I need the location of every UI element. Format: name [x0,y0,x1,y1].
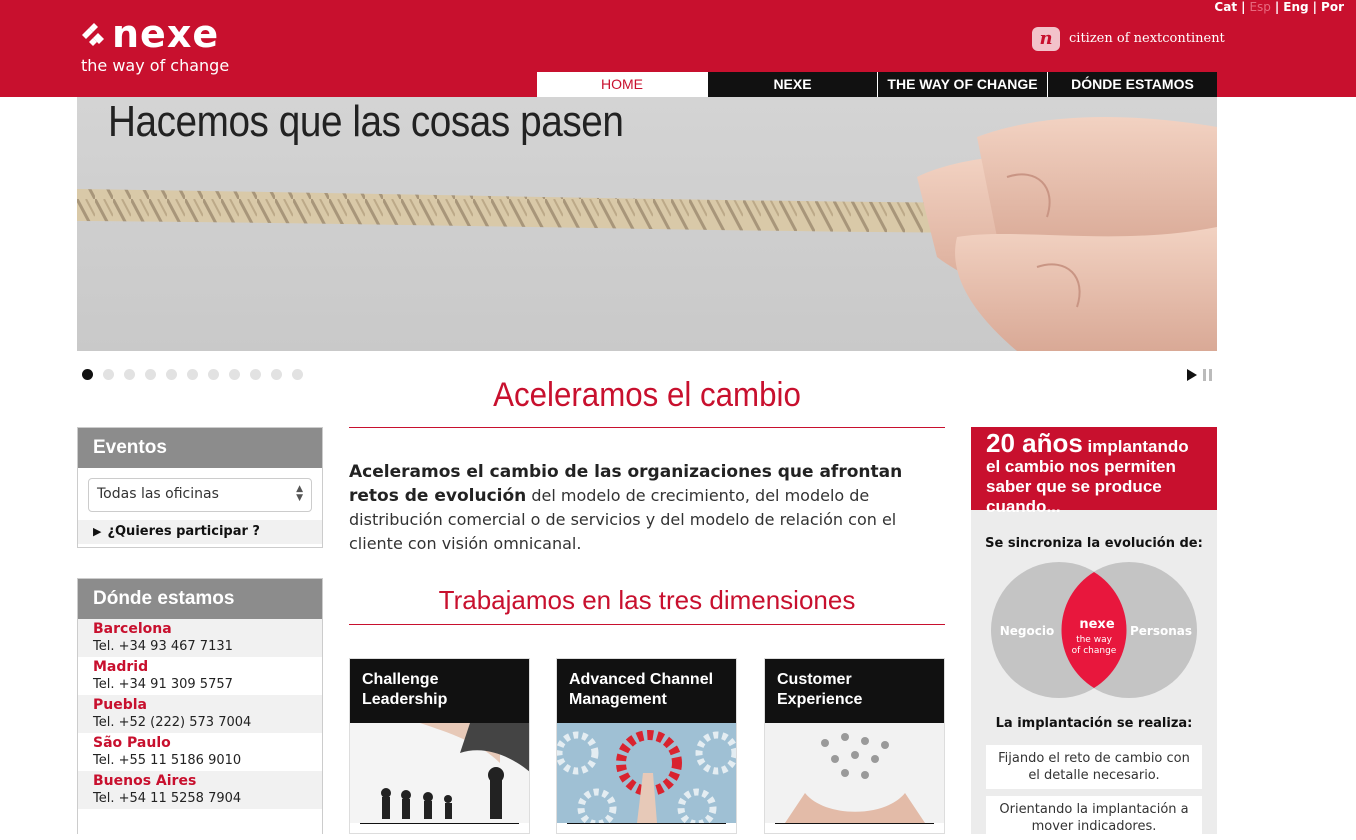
sync-title: Se sincroniza la evolución de: [985,536,1203,551]
venn-diagram: Negocio Personas nexe the way of change [991,562,1197,698]
chess-image [350,723,529,823]
office-city[interactable]: Barcelona [93,620,307,638]
gears-image [557,723,736,823]
site-header: nexe the way of change Cat | Esp | Eng | Por n… [0,0,1356,97]
card-footer [567,823,726,833]
slider-dot[interactable] [208,369,219,380]
office-sao-paulo: São Paulo Tel. +55 11 5186 9010 [78,733,322,771]
nexe-logo[interactable]: nexe the way of change [80,12,250,78]
slider-dot[interactable] [271,369,282,380]
card-title: Challenge Leadership [350,659,529,723]
venn-center-line1: the way [1076,635,1113,645]
language-switcher: Cat | Esp | Eng | Por [1214,0,1344,14]
nextcontinent-logo-icon: n [1032,27,1060,51]
play-icon[interactable] [1186,368,1198,382]
lang-separator: | [1312,0,1318,14]
pause-icon[interactable] [1203,369,1213,381]
office-select[interactable]: Todas las oficinas ▲ ▼ [88,478,312,512]
office-tel: Tel. +52 (222) 573 7004 [93,715,252,730]
slider-dot[interactable] [103,369,114,380]
card-title: Customer Experience [765,659,944,723]
years-count: 20 años [986,428,1083,458]
slider-dot[interactable] [187,369,198,380]
dimensions-divider [349,624,945,625]
office-tel: Tel. +54 11 5258 7904 [93,791,242,806]
slider-dot[interactable] [82,369,93,380]
impl-item: Fijando el reto de cambio con el detalle… [986,745,1202,789]
years-heading: 20 años implantando el cambio nos permit… [971,427,1217,516]
locations-title: Dónde estamos [78,579,322,619]
years-panel: 20 años implantando el cambio nos permit… [971,427,1217,840]
participate-link[interactable]: ▶ ¿Quieres participar ? [78,520,322,544]
slider-dot[interactable] [250,369,261,380]
office-puebla: Puebla Tel. +52 (222) 573 7004 [78,695,322,733]
hero-slider[interactable]: Hacemos que las cosas pasen [77,97,1217,351]
card-advanced-channel-management[interactable]: Advanced Channel Management [556,658,737,834]
slider-dot[interactable] [292,369,303,380]
office-tel: Tel. +34 91 309 5757 [93,677,233,692]
logo-wordmark: nexe [112,12,220,56]
venn-left-label: Negocio [1000,624,1055,638]
office-tel: Tel. +34 93 467 7131 [93,639,233,654]
participate-label: ¿Quieres participar ? [107,524,260,539]
slider-dot[interactable] [124,369,135,380]
dimensions-title: Trabajamos en las tres dimensiones [438,585,856,615]
slider-dot[interactable] [229,369,240,380]
lang-separator: | [1241,0,1246,14]
events-title: Eventos [78,428,322,468]
nexe-logo-mark-icon [82,23,104,46]
nav-nexe[interactable]: NEXE [707,72,877,97]
main-nav: HOME NEXE THE WAY OF CHANGE DÓNDE ESTAMO… [537,72,1217,97]
title-divider [349,427,945,428]
page-title: Aceleramos el cambio [493,376,801,414]
events-panel: Eventos Todas las oficinas ▲ ▼ ▶ ¿Quieres … [77,427,323,548]
slider-dot[interactable] [145,369,156,380]
card-footer [775,823,934,833]
locations-panel: Dónde estamos Barcelona Tel. +34 93 467 … [77,578,323,834]
office-city[interactable]: São Paulo [93,734,307,752]
office-buenos-aires: Buenos Aires Tel. +54 11 5258 7904 [78,771,322,809]
impl-title: La implantación se realiza: [995,716,1193,731]
office-barcelona: Barcelona Tel. +34 93 467 7131 [78,619,322,657]
card-challenge-leadership[interactable]: Challenge Leadership [349,658,530,834]
logo-tagline: the way of change [81,56,230,75]
lang-por[interactable]: Por [1321,0,1344,14]
office-city[interactable]: Buenos Aires [93,772,307,790]
hero-title: Hacemos que las cosas pasen [108,97,624,146]
office-madrid: Madrid Tel. +34 91 309 5757 [78,657,322,695]
nav-the-way-of-change[interactable]: THE WAY OF CHANGE [877,72,1047,97]
play-arrow-icon: ▶ [93,525,102,538]
lang-esp[interactable]: Esp [1249,0,1270,14]
venn-center-brand: nexe [1079,617,1114,632]
lang-cat[interactable]: Cat [1214,0,1237,14]
office-city[interactable]: Puebla [93,696,307,714]
card-customer-experience[interactable]: Customer Experience [764,658,945,834]
select-arrows-icon: ▲ ▼ [296,484,303,503]
slider-dots [82,369,313,380]
lang-separator: | [1274,0,1280,14]
impl-item: Orientando la implantación a mover indic… [986,796,1202,840]
card-title: Advanced Channel Management [557,659,736,723]
office-city[interactable]: Madrid [93,658,307,676]
venn-center-line2: of change [1072,646,1117,656]
slider-dot[interactable] [166,369,177,380]
office-tel: Tel. +55 11 5186 9010 [93,753,242,768]
card-footer [360,823,519,833]
nav-donde-estamos[interactable]: DÓNDE ESTAMOS [1047,72,1217,97]
lang-eng[interactable]: Eng [1283,0,1308,14]
people-hands-image [765,723,944,823]
office-select-value: Todas las oficinas [97,486,219,502]
nav-home[interactable]: HOME [537,72,707,97]
intro-paragraph: Aceleramos el cambio de las organizacion… [349,460,945,556]
citizen-text: citizen of nextcontinent [1069,31,1225,46]
venn-right-label: Personas [1130,624,1192,638]
